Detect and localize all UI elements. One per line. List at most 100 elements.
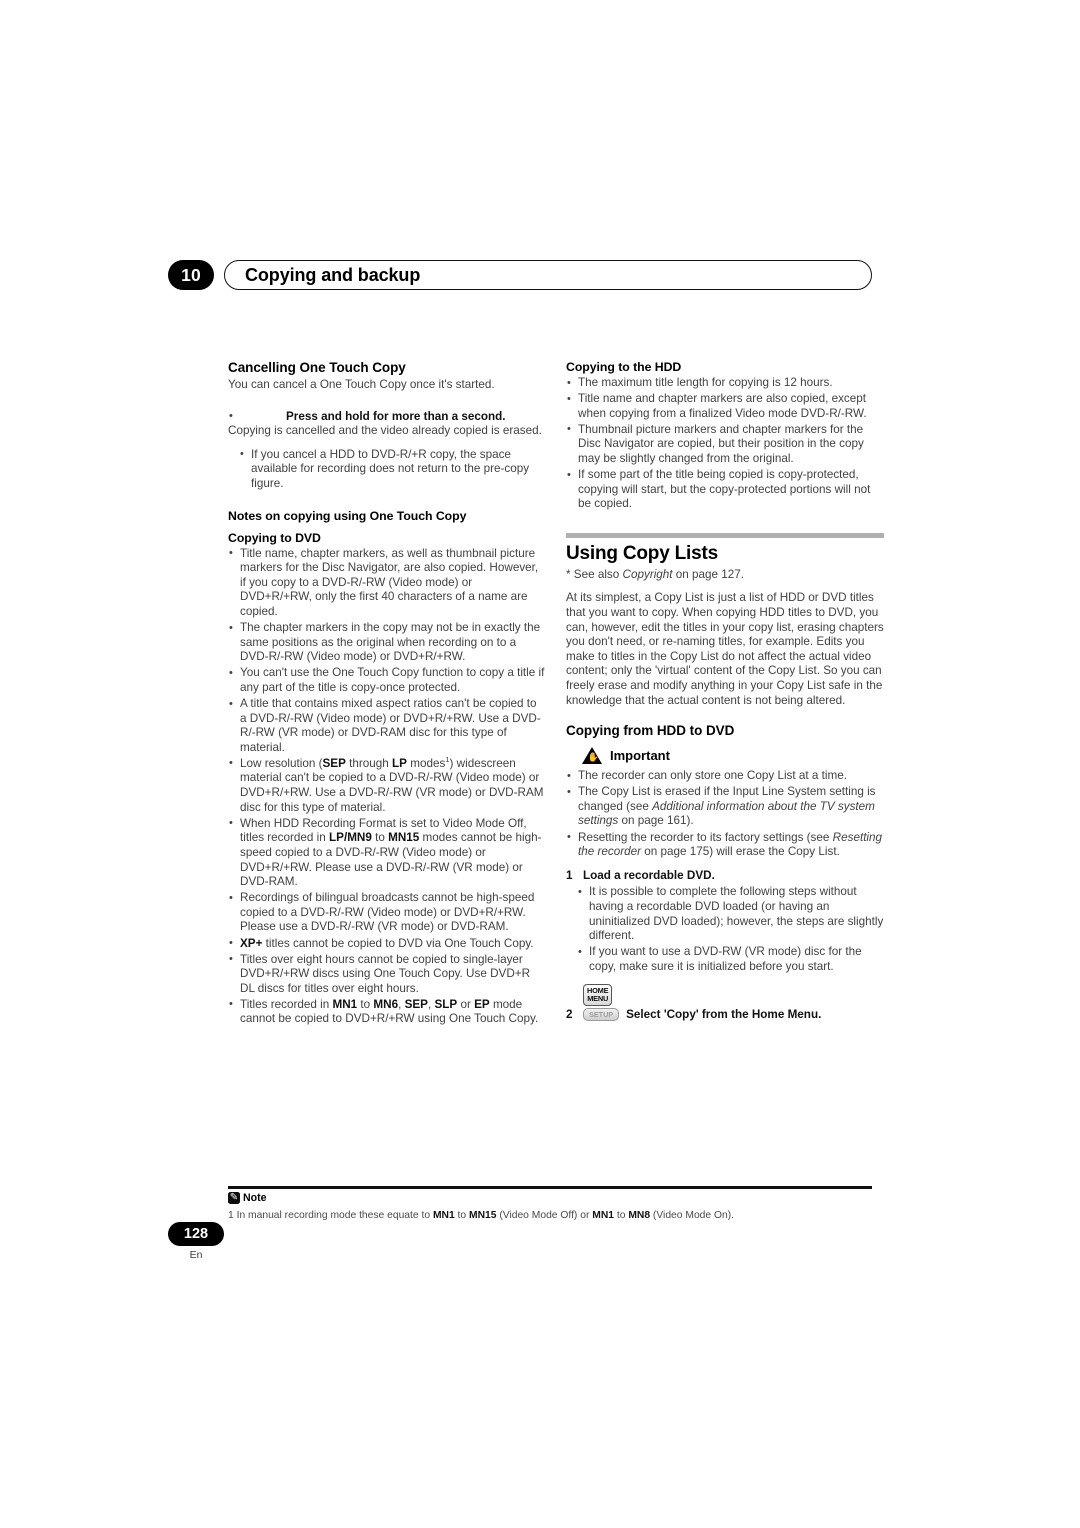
note-mid3: to <box>614 1210 629 1221</box>
list-item: The recorder can only store one Copy Lis… <box>566 769 884 784</box>
list-item: If you want to use a DVD-RW (VR mode) di… <box>566 945 884 974</box>
list-item: It is possible to complete the following… <box>566 885 884 943</box>
note-mn15: MN15 <box>469 1210 497 1221</box>
list-item-xpplus: XP+ titles cannot be copied to DVD via O… <box>228 936 546 952</box>
lowres-modes-word: modes <box>406 756 446 770</box>
list-item: If some part of the title being copied i… <box>566 468 884 512</box>
page-number-block: 128 En <box>168 1222 224 1261</box>
note-label: Note <box>243 1192 267 1204</box>
page-title: Copying and backup <box>245 264 421 285</box>
xpplus-suffix: titles cannot be copied to DVD via One T… <box>262 936 534 950</box>
note-header: Note <box>228 1191 267 1205</box>
note-mn1-a: MN1 <box>432 1210 455 1221</box>
list-item: Titles over eight hours cannot be copied… <box>228 952 546 997</box>
modes-mn6: MN6 <box>373 997 399 1011</box>
pencil-note-icon <box>228 1191 240 1205</box>
see-also-ref: Copyright <box>622 567 673 581</box>
hddfmt-lp: LP <box>329 831 344 845</box>
modes-ep: EP <box>474 997 490 1011</box>
hddfmt-mid: to <box>371 831 389 845</box>
modes-mid1: to <box>357 997 374 1011</box>
note-mid1: to <box>454 1210 469 1221</box>
setup-key-icon: SETUP <box>583 1008 620 1022</box>
lowres-mode-sep: SEP <box>322 756 346 770</box>
see-also-prefix: * See also <box>566 567 623 581</box>
right-column: Copying to the HDD The maximum title len… <box>566 360 884 1022</box>
notes-heading: Notes on copying using One Touch Copy <box>228 508 467 523</box>
section-divider <box>566 532 884 538</box>
lowres-mode-lp: LP <box>392 756 407 770</box>
note-mn1-b: MN1 <box>592 1210 614 1221</box>
home-menu-key-icon: HOME MENU <box>583 984 613 1007</box>
note-suffix: (Video Mode On). <box>650 1210 735 1221</box>
lowres-mid: through <box>345 756 393 770</box>
list-item-input-line: The Copy List is erased if the Input Lin… <box>566 785 884 829</box>
modes-slp: SLP <box>434 997 458 1011</box>
home-menu-key-line2: MENU <box>587 994 609 1004</box>
list-item-reset: Resetting the recorder to its factory se… <box>566 830 884 860</box>
step-1: 1 Load a recordable DVD. <box>566 869 884 884</box>
hddfmt-mn9: MN9 <box>347 831 372 845</box>
page-language: En <box>189 1249 203 1261</box>
modes-prefix: Titles recorded in <box>240 997 333 1011</box>
step-2: 2 SETUP Select 'Copy' from the Home Menu… <box>566 1008 884 1022</box>
copying-to-dvd-list: Title name, chapter markers, as well as … <box>228 546 546 1028</box>
warning-triangle-icon <box>582 747 602 765</box>
xpplus-label: XP+ <box>240 936 263 950</box>
note-prefix: 1 In manual recording mode these equate … <box>228 1210 433 1221</box>
press-and-hold-label: Press and hold for more than a second. <box>286 409 506 423</box>
reset-prefix: Resetting the recorder to its factory se… <box>578 830 833 844</box>
page-number: 128 <box>168 1222 224 1246</box>
section-heading-copying-hdd-to-dvd: Copying from HDD to DVD <box>566 723 735 739</box>
section-heading-using-copy-lists: Using Copy Lists <box>566 542 718 564</box>
step-1-text: Load a recordable DVD. <box>583 868 715 882</box>
list-item: The chapter markers in the copy may not … <box>228 621 546 665</box>
chapter-header: 10 Copying and backup <box>168 258 872 292</box>
press-and-hold-bullet: Press and hold for more than a second. <box>228 409 546 425</box>
section-heading-cancelling: Cancelling One Touch Copy <box>228 360 406 375</box>
left-column: Cancelling One Touch Copy You can cancel… <box>228 360 546 1036</box>
list-item-hdd-format: When HDD Recording Format is set to Vide… <box>228 816 546 890</box>
chapter-number-badge: 10 <box>168 260 214 290</box>
note-divider <box>228 1186 872 1189</box>
list-item: You can't use the One Touch Copy functio… <box>228 666 546 695</box>
hddfmt-mn15: MN15 <box>388 831 420 845</box>
step-2-number: 2 <box>566 1008 573 1022</box>
step-1-notes: It is possible to complete the following… <box>566 885 884 974</box>
step-1-number: 1 <box>566 868 573 882</box>
copying-to-hdd-list: The maximum title length for copying is … <box>566 376 884 512</box>
modes-mn1: MN1 <box>332 997 358 1011</box>
copying-to-dvd-heading: Copying to DVD <box>228 530 321 545</box>
important-notice-header: Important <box>582 747 884 765</box>
list-item: Title name, chapter markers, as well as … <box>228 546 546 620</box>
list-item: A title that contains mixed aspect ratio… <box>228 696 546 755</box>
cancelling-intro: You can cancel a One Touch Copy once it'… <box>228 378 495 391</box>
see-also-suffix: on page 127. <box>672 567 745 581</box>
reset-suffix: on page 175) will erase the Copy List. <box>641 845 840 859</box>
list-item-modes: Titles recorded in MN1 to MN6, SEP, SLP … <box>228 997 546 1027</box>
chapter-title-bar: Copying and backup <box>224 260 872 290</box>
lowres-prefix: Low resolution ( <box>240 756 323 770</box>
list-item: If you cancel a HDD to DVD-R/+R copy, th… <box>228 447 546 492</box>
step-2-text: Select 'Copy' from the Home Menu. <box>626 1008 822 1022</box>
press-and-hold-body: Copying is cancelled and the video alrea… <box>228 424 542 438</box>
list-item: Recordings of bilingual broadcasts canno… <box>228 891 546 935</box>
copy-lists-description: At its simplest, a Copy List is just a l… <box>566 591 884 707</box>
list-item: Title name and chapter markers are also … <box>566 392 884 421</box>
important-label: Important <box>610 748 670 764</box>
note-text: 1 In manual recording mode these equate … <box>228 1209 878 1222</box>
inputline-suffix: on page 161). <box>618 814 694 828</box>
list-item: The maximum title length for copying is … <box>566 376 884 391</box>
copying-to-hdd-heading: Copying to the HDD <box>566 360 682 374</box>
home-menu-key-graphic: HOME MENU <box>583 984 884 1007</box>
see-also-note: * See also Copyright on page 127. <box>566 568 884 583</box>
list-item: Thumbnail picture markers and chapter ma… <box>566 422 884 467</box>
modes-sep: SEP <box>404 997 428 1011</box>
list-item-low-resolution: Low resolution (SEP through LP modes1) w… <box>228 756 546 815</box>
modes-mid4: or <box>457 997 475 1011</box>
note-mid2: (Video Mode Off) or <box>496 1210 593 1221</box>
manual-page: 10 Copying and backup Cancelling One Tou… <box>0 0 1080 1528</box>
press-subbullet-list: If you cancel a HDD to DVD-R/+R copy, th… <box>228 447 546 492</box>
important-list: The recorder can only store one Copy Lis… <box>566 769 884 860</box>
note-mn8: MN8 <box>628 1210 651 1221</box>
